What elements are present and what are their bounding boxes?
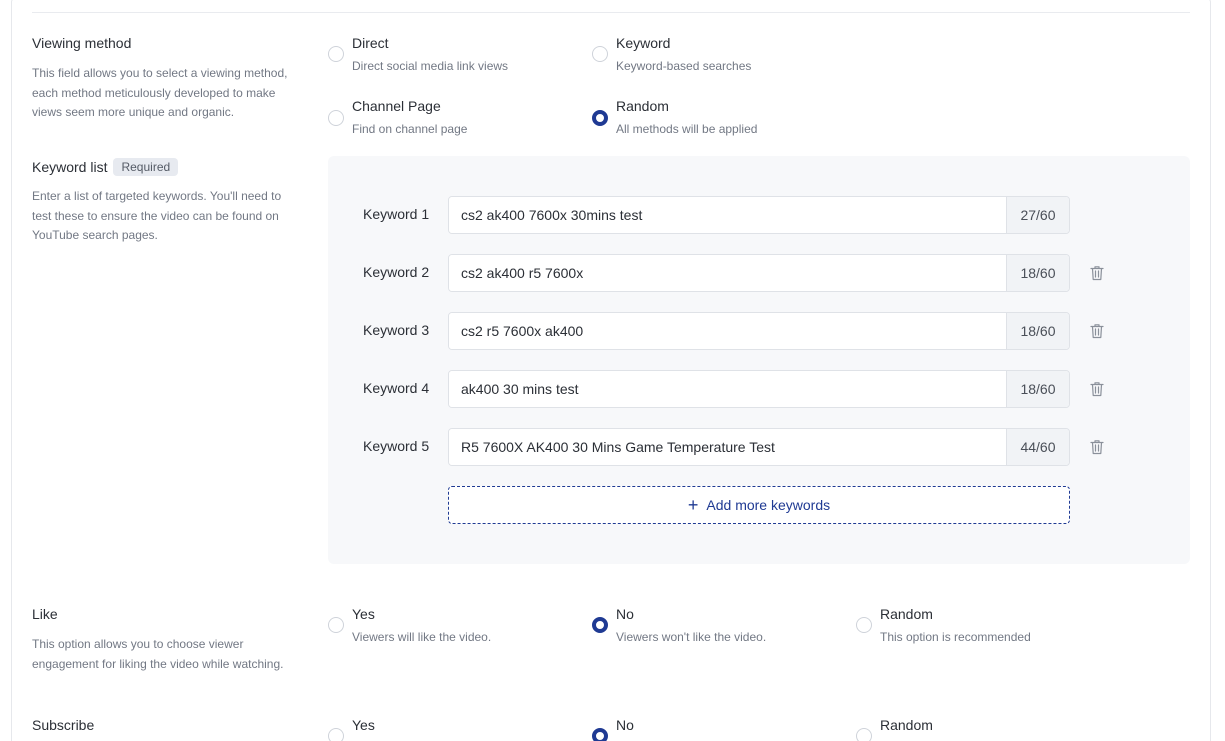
radio-like-yes[interactable] — [328, 617, 344, 633]
keyword-field: 44/60 — [448, 428, 1070, 466]
like-random-label: Random — [880, 606, 933, 622]
keyword-field: 27/60 — [448, 196, 1070, 234]
keyword-list-heading: Keyword list — [32, 159, 108, 175]
keyword-field: 18/60 — [448, 254, 1070, 292]
keyword-panel: Keyword 1 27/60 Keyword 2 18/60 Keyword … — [328, 156, 1190, 564]
like-description: This option allows you to choose viewer … — [32, 637, 284, 671]
radio-subscribe-yes[interactable] — [328, 728, 344, 741]
keyword-input[interactable] — [449, 429, 1007, 465]
keyword-label: Keyword 5 — [363, 438, 430, 454]
radio-random[interactable] — [592, 110, 608, 126]
char-counter: 44/60 — [1006, 429, 1069, 465]
char-counter: 18/60 — [1006, 255, 1069, 291]
like-random-sublabel: This option is recommended — [880, 630, 1031, 644]
trash-icon[interactable] — [1090, 323, 1104, 339]
direct-label: Direct — [352, 35, 389, 51]
plus-icon: + — [687, 495, 699, 515]
keyword-row: Keyword 2 18/60 — [328, 254, 1190, 292]
radio-channel-page[interactable] — [328, 110, 344, 126]
keyword-label: Keyword 3 — [363, 322, 430, 338]
keyword-row: Keyword 3 18/60 — [328, 312, 1190, 350]
keyword-input[interactable] — [449, 371, 1007, 407]
keyword-input[interactable] — [449, 255, 1007, 291]
divider — [32, 12, 1190, 13]
like-title: Like — [32, 606, 58, 622]
trash-icon[interactable] — [1090, 265, 1104, 281]
like-no-label: No — [616, 606, 634, 622]
keyword-input[interactable] — [449, 313, 1007, 349]
subscribe-yes-label: Yes — [352, 717, 375, 733]
keyword-row: Keyword 4 18/60 — [328, 370, 1190, 408]
like-no-sublabel: Viewers won't like the video. — [616, 630, 767, 644]
required-badge: Required — [113, 158, 179, 176]
keyword-sublabel: Keyword-based searches — [616, 59, 752, 73]
radio-like-no[interactable] — [592, 617, 608, 633]
char-counter: 27/60 — [1006, 197, 1069, 233]
add-keyword-button[interactable]: + Add more keywords — [448, 486, 1070, 524]
keyword-field: 18/60 — [448, 312, 1070, 350]
radio-subscribe-random[interactable] — [856, 728, 872, 741]
channel-page-label: Channel Page — [352, 98, 441, 114]
keyword-label: Keyword — [616, 35, 671, 51]
radio-direct[interactable] — [328, 46, 344, 62]
keyword-row: Keyword 1 27/60 — [328, 196, 1190, 234]
radio-subscribe-no[interactable] — [592, 728, 608, 741]
viewing-method-description: This field allows you to select a viewin… — [32, 66, 288, 119]
viewing-method-title: Viewing method — [32, 35, 132, 51]
subscribe-title: Subscribe — [32, 717, 95, 733]
keyword-label: Keyword 2 — [363, 264, 430, 280]
radio-keyword[interactable] — [592, 46, 608, 62]
keyword-list-description: Enter a list of targeted keywords. You'l… — [32, 189, 282, 242]
keyword-row: Keyword 5 44/60 — [328, 428, 1190, 466]
keyword-field: 18/60 — [448, 370, 1070, 408]
add-keyword-label: Add more keywords — [706, 497, 831, 513]
like-yes-sublabel: Viewers will like the video. — [352, 630, 492, 644]
trash-icon[interactable] — [1090, 381, 1104, 397]
like-yes-label: Yes — [352, 606, 375, 622]
keyword-input[interactable] — [449, 197, 1007, 233]
keyword-list-title: Keyword list Required — [32, 158, 179, 176]
radio-like-random[interactable] — [856, 617, 872, 633]
keyword-label: Keyword 4 — [363, 380, 430, 396]
subscribe-random-label: Random — [880, 717, 933, 733]
char-counter: 18/60 — [1006, 371, 1069, 407]
char-counter: 18/60 — [1006, 313, 1069, 349]
direct-sublabel: Direct social media link views — [352, 59, 509, 73]
random-label: Random — [616, 98, 669, 114]
trash-icon[interactable] — [1090, 439, 1104, 455]
channel-page-sublabel: Find on channel page — [352, 122, 468, 136]
subscribe-no-label: No — [616, 717, 634, 733]
keyword-label: Keyword 1 — [363, 206, 430, 222]
random-sublabel: All methods will be applied — [616, 122, 758, 136]
